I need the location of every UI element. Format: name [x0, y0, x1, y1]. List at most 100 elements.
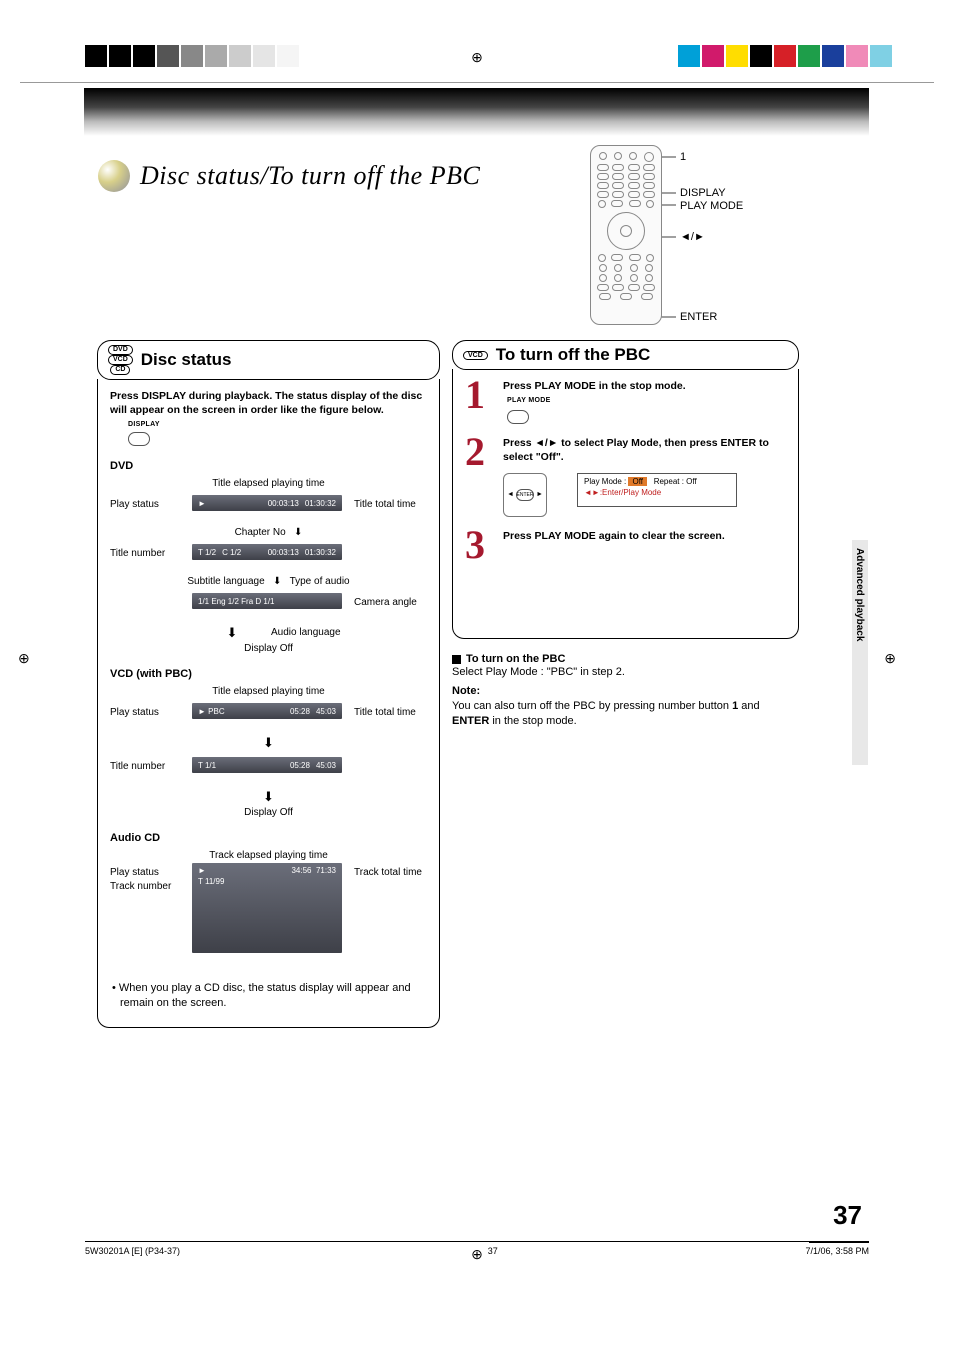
- osd-bar: T 1/2 C 1/2 00:03:13 01:30:32: [192, 544, 342, 560]
- cd-heading: Audio CD: [110, 832, 427, 844]
- step-3-text: Press PLAY MODE again to clear the scree…: [503, 529, 786, 543]
- step-number: 2: [465, 436, 493, 516]
- step-number: 3: [465, 529, 493, 561]
- osd-row-3: 1/1 Eng 1/2 Fra D 1/1 Camera angle: [110, 589, 427, 623]
- section-tab-label: Advanced playback: [854, 548, 865, 641]
- remote-label-enter: ENTER: [680, 311, 717, 323]
- osd-play-pbc: ► PBC: [198, 707, 225, 716]
- page-number: 37: [833, 1200, 862, 1231]
- anno-play-status: Play status: [110, 499, 159, 510]
- reg-swatches-right: [678, 45, 894, 67]
- anno-play-status: Play status: [110, 707, 159, 718]
- osd-playmode-box: Play Mode : Off Repeat : Off ◄►:Enter/Pl…: [577, 473, 737, 507]
- header-gradient: [84, 88, 869, 136]
- osd-time-total: 45:03: [316, 761, 336, 770]
- footer-right: 7/1/06, 3:58 PM: [805, 1246, 869, 1256]
- remote-label-1: 1: [680, 151, 686, 163]
- down-arrow-icon: ⬇: [110, 735, 427, 751]
- osd-box: ► 34:56 71:33 T 11/99: [192, 863, 342, 953]
- dpad-icon: [607, 212, 645, 250]
- remote-label-arrows: ◄/►: [680, 231, 705, 243]
- anno-chapter-no: Chapter No ⬇: [110, 527, 427, 538]
- footer-center: 37: [488, 1246, 498, 1256]
- anno-track-total: Track total time: [354, 867, 422, 878]
- pbc-body: 1 Press PLAY MODE in the stop mode. PLAY…: [452, 369, 799, 639]
- anno-camera-angle: Camera angle: [354, 597, 417, 608]
- step-2: 2 Press ◄/► to select Play Mode, then pr…: [465, 436, 786, 516]
- osd-time-total: 71:33: [316, 866, 336, 875]
- anno-title-total: Title total time: [354, 499, 416, 510]
- enter-key-label: ENTER: [516, 489, 534, 501]
- osd-time-total: 45:03: [316, 707, 336, 716]
- osd-bar: ► 00:03:13 01:30:32: [192, 495, 342, 511]
- osd-time-elapsed: 00:03:13: [268, 548, 299, 557]
- square-bullet-icon: [452, 655, 461, 664]
- registration-mark-icon: ⊕: [471, 49, 483, 66]
- turn-on-pbc-heading: To turn on the PBC: [452, 653, 799, 665]
- osd-time-total: 01:30:32: [305, 548, 336, 557]
- osd-title-frac: T 1/2: [198, 548, 216, 557]
- display-off-label: Display Off: [110, 643, 427, 654]
- osd-time-elapsed: 05:28: [290, 707, 310, 716]
- osd-row: Play status ► PBC 05:28 45:03 Title tota…: [110, 699, 427, 733]
- repeat-label: Repeat : Off: [654, 477, 697, 486]
- registration-mark-icon: ⊕: [884, 650, 896, 667]
- badge-vcd: VCD: [463, 351, 488, 360]
- badge-dvd: DVD: [108, 345, 133, 355]
- anno-play-status: Play status: [110, 867, 159, 878]
- dvd-heading: DVD: [110, 460, 427, 472]
- playmode-button-icon: PLAY MODE: [507, 397, 786, 424]
- cd-note: • When you play a CD disc, the status di…: [110, 981, 427, 1011]
- mode-value-off: Off: [628, 477, 647, 486]
- osd-row: Title number T 1/1 05:28 45:03: [110, 753, 427, 787]
- anno-title-number: Title number: [110, 548, 165, 559]
- enter-pad-icon: ◄ ENTER ►: [503, 473, 547, 517]
- section-header: DVD VCD CD Disc status: [97, 340, 440, 380]
- section-tab: Advanced playback: [852, 540, 868, 765]
- osd-time-elapsed: 00:03:13: [268, 499, 299, 508]
- osd-time-total: 01:30:32: [305, 499, 336, 508]
- play-icon: ►: [198, 866, 206, 875]
- osd-row-2: Title number T 1/2 C 1/2 00:03:13 01:30:…: [110, 540, 427, 574]
- osd-bar: 1/1 Eng 1/2 Fra D 1/1: [192, 593, 342, 609]
- playmode-button-label: PLAY MODE: [507, 397, 786, 404]
- page-title-row: Disc status/To turn off the PBC: [98, 160, 480, 192]
- step-1: 1 Press PLAY MODE in the stop mode. PLAY…: [465, 379, 786, 424]
- osd-bar: ► PBC 05:28 45:03: [192, 703, 342, 719]
- mode-hint: ◄►:Enter/Play Mode: [584, 488, 730, 497]
- anno-title-total: Title total time: [354, 707, 416, 718]
- disc-type-badges: DVD VCD CD: [108, 345, 133, 375]
- down-arrow-icon: ⬇: [110, 789, 427, 805]
- disc-status-section: DVD VCD CD Disc status Press DISPLAY dur…: [97, 340, 440, 1028]
- pbc-section: VCD To turn off the PBC 1 Press PLAY MOD…: [452, 340, 799, 728]
- osd-row-1: Play status ► 00:03:13 01:30:32 Title to…: [110, 491, 427, 525]
- anno-track-elapsed: Track elapsed playing time: [110, 850, 427, 861]
- display-off-label: Display Off: [110, 807, 427, 818]
- reg-swatches-left: [85, 45, 301, 67]
- disc-status-body: Press DISPLAY during playback. The statu…: [97, 379, 440, 1028]
- osd-bar: T 1/1 05:28 45:03: [192, 757, 342, 773]
- step-number: 1: [465, 379, 493, 424]
- osd-title-frac: T 1/1: [198, 761, 216, 770]
- anno-title-elapsed: Title elapsed playing time: [110, 686, 427, 697]
- section-header: VCD To turn off the PBC: [452, 340, 799, 370]
- manual-page: { "page_title": "Disc status/To turn off…: [0, 0, 954, 1351]
- note-heading: Note:: [452, 684, 799, 699]
- down-arrow-icon: ⬇ Audio language: [110, 625, 427, 641]
- mode-label: Play Mode :: [584, 477, 626, 486]
- badge-cd: CD: [110, 365, 130, 375]
- note-body: You can also turn off the PBC by pressin…: [452, 699, 799, 729]
- remote-label-display: DISPLAY: [680, 187, 726, 199]
- hairline-rule: [20, 82, 934, 83]
- osd-track-frac: T 11/99: [198, 877, 224, 886]
- anno-title-number: Title number: [110, 761, 165, 772]
- vcd-heading: VCD (with PBC): [110, 668, 427, 680]
- osd-lang-info: 1/1 Eng 1/2 Fra D 1/1: [198, 597, 275, 606]
- step-2-text: Press ◄/► to select Play Mode, then pres…: [503, 436, 786, 464]
- remote-diagram: 1 DISPLAY PLAY MODE ◄/► ENTER: [590, 145, 810, 325]
- anno-title-elapsed: Title elapsed playing time: [110, 478, 427, 489]
- remote-body: [590, 145, 662, 325]
- step-1-text: Press PLAY MODE in the stop mode.: [503, 379, 786, 393]
- osd-cd-block: Play status Track number ► 34:56 71:33 T…: [110, 863, 427, 921]
- osd-time-elapsed: 05:28: [290, 761, 310, 770]
